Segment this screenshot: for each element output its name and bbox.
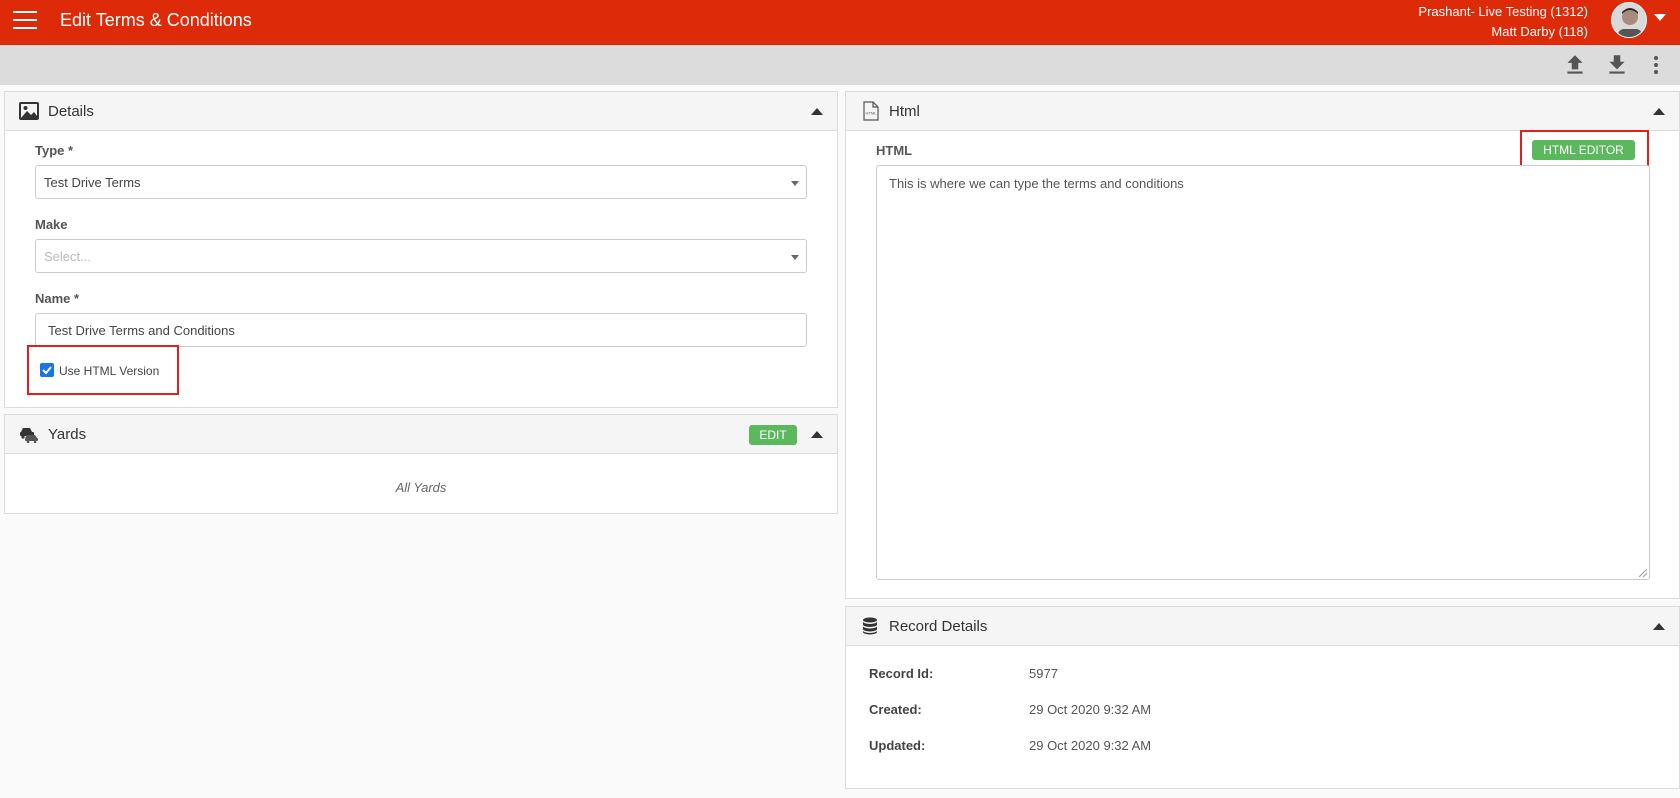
html-header[interactable]: HTML Html bbox=[846, 92, 1679, 131]
name-label: Name * bbox=[35, 291, 80, 306]
collapse-icon[interactable] bbox=[1653, 108, 1665, 115]
top-bar: Edit Terms & Conditions Prashant- Live T… bbox=[0, 0, 1680, 45]
user-info[interactable]: Prashant- Live Testing (1312) Matt Darby… bbox=[1418, 2, 1588, 42]
make-select[interactable]: Select... bbox=[35, 239, 807, 273]
yards-icon bbox=[19, 425, 39, 444]
collapse-icon[interactable] bbox=[1653, 623, 1665, 630]
user-company: Prashant- Live Testing (1312) bbox=[1418, 4, 1588, 19]
resize-handle-icon[interactable] bbox=[1639, 569, 1647, 577]
yards-header[interactable]: Yards EDIT bbox=[5, 415, 837, 454]
database-icon bbox=[862, 617, 882, 635]
collapse-icon[interactable] bbox=[811, 431, 823, 438]
updated-value: 29 Oct 2020 9:32 AM bbox=[1029, 738, 1152, 753]
edit-yards-button[interactable]: EDIT bbox=[749, 425, 797, 445]
html-panel: HTML Html HTML HTML EDITOR This is where… bbox=[845, 91, 1680, 599]
action-toolbar bbox=[0, 45, 1680, 85]
details-title: Details bbox=[48, 103, 94, 120]
collapse-icon[interactable] bbox=[811, 108, 823, 115]
details-header[interactable]: Details bbox=[5, 92, 837, 131]
record-id-label: Record Id: bbox=[869, 666, 934, 681]
created-value: 29 Oct 2020 9:32 AM bbox=[1029, 702, 1152, 717]
html-file-icon: HTML bbox=[862, 101, 882, 121]
chevron-down-icon bbox=[791, 181, 799, 186]
type-label: Type * bbox=[35, 143, 74, 158]
html-label: HTML bbox=[876, 143, 913, 158]
menu-icon[interactable] bbox=[13, 11, 37, 31]
svg-text:HTML: HTML bbox=[866, 111, 878, 116]
make-select-placeholder: Select... bbox=[44, 249, 91, 264]
more-vert-icon[interactable] bbox=[1648, 52, 1664, 78]
use-html-label[interactable]: Use HTML Version bbox=[59, 364, 159, 378]
download-icon[interactable] bbox=[1604, 52, 1630, 78]
html-title: Html bbox=[889, 103, 920, 120]
record-details-panel: Record Details Record Id: 5977 Created: … bbox=[845, 606, 1680, 789]
type-select-value: Test Drive Terms bbox=[44, 175, 141, 190]
record-details-title: Record Details bbox=[889, 618, 988, 635]
chevron-down-icon bbox=[791, 255, 799, 260]
page-title: Edit Terms & Conditions bbox=[60, 10, 252, 30]
make-label: Make bbox=[35, 217, 68, 232]
yards-panel: Yards EDIT All Yards bbox=[4, 414, 838, 514]
name-input[interactable]: Test Drive Terms and Conditions bbox=[35, 313, 807, 347]
updated-label: Updated: bbox=[869, 738, 926, 753]
user-name: Matt Darby (118) bbox=[1491, 24, 1588, 39]
html-textarea[interactable]: This is where we can type the terms and … bbox=[876, 165, 1650, 580]
created-label: Created: bbox=[869, 702, 922, 717]
all-yards-text: All Yards bbox=[395, 480, 447, 495]
yards-title: Yards bbox=[48, 426, 87, 443]
image-icon bbox=[19, 102, 39, 120]
upload-icon[interactable] bbox=[1562, 52, 1588, 78]
html-textarea-value: This is where we can type the terms and … bbox=[889, 176, 1184, 191]
details-panel: Details Type * Test Drive Terms Make Sel… bbox=[4, 91, 838, 408]
avatar[interactable] bbox=[1611, 2, 1647, 38]
use-html-checkbox[interactable] bbox=[40, 363, 54, 377]
type-select[interactable]: Test Drive Terms bbox=[35, 165, 807, 199]
account-menu-caret-icon[interactable] bbox=[1654, 14, 1666, 21]
name-input-value: Test Drive Terms and Conditions bbox=[48, 323, 235, 338]
record-details-header[interactable]: Record Details bbox=[846, 607, 1679, 646]
html-editor-button[interactable]: HTML EDITOR bbox=[1532, 140, 1635, 160]
record-id-value: 5977 bbox=[1029, 666, 1058, 681]
